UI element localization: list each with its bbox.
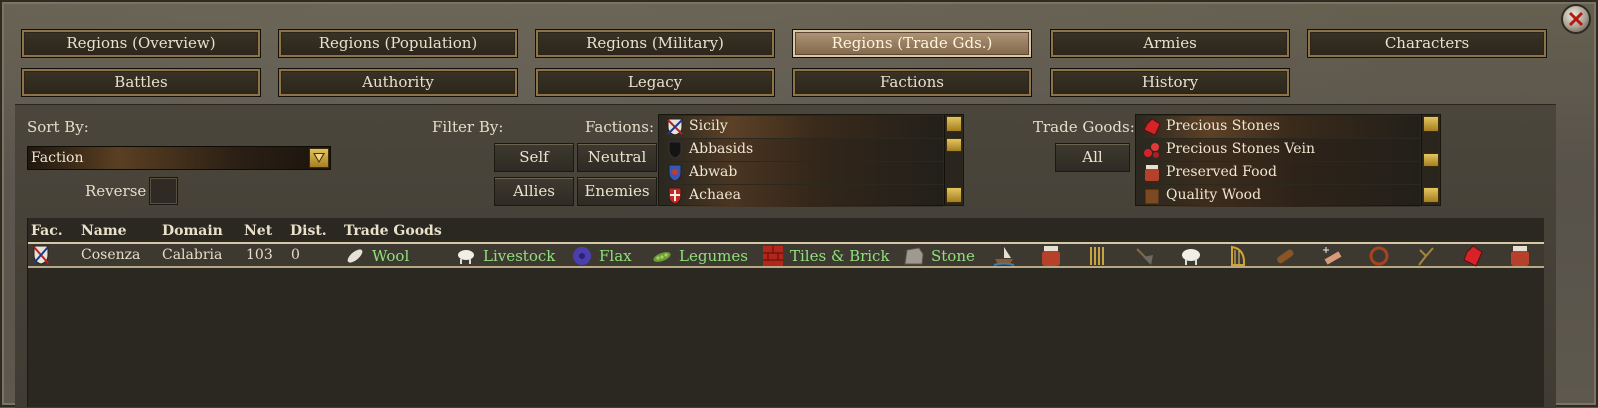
filter-neutral-button[interactable]: Neutral: [577, 143, 657, 172]
trade-goods-label: Trade Goods:: [1033, 118, 1135, 136]
sort-by-label: Sort By:: [27, 118, 89, 136]
sort-dropdown[interactable]: Faction: [27, 146, 331, 170]
tab-battles[interactable]: Battles: [21, 68, 261, 97]
col-header-name[interactable]: Name: [81, 223, 127, 239]
scroll-up-icon[interactable]: [1423, 116, 1439, 132]
ring-icon: [1369, 246, 1389, 266]
scroll-thumb[interactable]: [1423, 153, 1439, 167]
list-item[interactable]: Achaea: [661, 185, 943, 207]
factions-label: Factions:: [585, 118, 655, 136]
tab-regions-trade-goods[interactable]: Regions (Trade Gds.): [792, 29, 1032, 58]
pickaxe-icon: [1136, 248, 1153, 265]
list-item[interactable]: Sicily: [661, 116, 943, 138]
gem-icon: [1143, 118, 1161, 136]
filter-allies-button[interactable]: Allies: [494, 177, 574, 206]
scroll-up-icon[interactable]: [946, 116, 962, 132]
tab-factions[interactable]: Factions: [792, 68, 1032, 97]
list-item[interactable]: Preserved Food: [1138, 162, 1420, 184]
jar-icon: [1145, 165, 1159, 181]
trade-goods-scrollbar[interactable]: [1421, 115, 1439, 205]
scroll-down-icon[interactable]: [946, 187, 962, 203]
col-header-trade-goods[interactable]: Trade Goods: [344, 223, 442, 239]
log-icon: [1277, 249, 1294, 264]
list-item[interactable]: Precious Stones Vein: [1138, 139, 1420, 161]
sicily-shield-icon: [33, 245, 49, 265]
tab-authority[interactable]: Authority: [278, 68, 518, 97]
tab-legacy[interactable]: Legacy: [535, 68, 775, 97]
achaea-shield-icon: [668, 187, 682, 205]
list-item[interactable]: Abbasids: [661, 139, 943, 161]
reverse-label: Reverse: [85, 182, 147, 200]
tab-regions-overview[interactable]: Regions (Overview): [21, 29, 261, 58]
jar-icon: [1511, 246, 1529, 266]
col-header-domain[interactable]: Domain: [162, 223, 223, 239]
jar-icon: [1042, 246, 1060, 266]
list-item[interactable]: Abwab: [661, 162, 943, 184]
filter-enemies-button[interactable]: Enemies: [577, 177, 657, 206]
chevron-down-icon[interactable]: [309, 148, 329, 168]
stone-icon: [904, 247, 924, 265]
tab-regions-military[interactable]: Regions (Military): [535, 29, 775, 58]
tab-characters[interactable]: Characters: [1307, 29, 1547, 58]
factions-scrollbar[interactable]: [944, 115, 962, 205]
col-header-fac[interactable]: Fac.: [31, 223, 63, 239]
sheep-icon: [458, 250, 474, 264]
table-row[interactable]: Cosenza Calabria 103 0 Wool Livestock Fl…: [28, 242, 1544, 268]
sort-value: Faction: [31, 150, 84, 166]
tab-regions-population[interactable]: Regions (Population): [278, 29, 518, 58]
scroll-down-icon[interactable]: [1423, 187, 1439, 203]
wood-icon: [1144, 188, 1160, 205]
tab-armies[interactable]: Armies: [1050, 29, 1290, 58]
col-header-net[interactable]: Net: [244, 223, 272, 239]
trade-goods-list[interactable]: Precious Stones Precious Stones Vein Pre…: [1135, 114, 1441, 207]
abwab-shield-icon: [668, 164, 682, 182]
region-name: Cosenza: [81, 247, 141, 263]
harp-icon: [1231, 245, 1246, 266]
close-button[interactable]: [1561, 4, 1591, 34]
wool-icon: [347, 249, 363, 263]
abbasids-shield-icon: [668, 141, 682, 159]
gem-vein-icon: [1144, 143, 1159, 158]
ship-icon: [993, 247, 1015, 266]
trade-goods-all-button[interactable]: All: [1055, 143, 1130, 172]
brick-icon: [763, 246, 783, 266]
pea-pod-icon: [653, 252, 671, 262]
close-icon: [1568, 11, 1584, 27]
region-domain: Calabria: [162, 247, 223, 263]
reverse-checkbox[interactable]: [149, 177, 178, 205]
wheat-icon: [1090, 247, 1104, 265]
region-dist: 0: [291, 247, 300, 263]
filter-by-label: Filter By:: [432, 118, 504, 136]
scroll-thumb[interactable]: [946, 138, 962, 152]
filter-self-button[interactable]: Self: [494, 143, 574, 172]
gem-icon: [1463, 245, 1483, 267]
slingshot-icon: [1418, 247, 1434, 266]
tool-icon: [1323, 247, 1342, 265]
list-item[interactable]: Precious Stones: [1138, 116, 1420, 138]
col-header-dist[interactable]: Dist.: [290, 223, 327, 239]
list-item[interactable]: Quality Wood: [1138, 185, 1420, 207]
flax-flower-icon: [573, 247, 591, 265]
region-net: 103: [246, 247, 273, 263]
factions-list[interactable]: Sicily Abbasids Abwab Achaea: [658, 114, 964, 207]
tab-history[interactable]: History: [1050, 68, 1290, 97]
regions-table: Fac. Name Domain Net Dist. Trade Goods C…: [27, 218, 1544, 407]
sheep-icon: [1182, 249, 1200, 265]
sicily-shield-icon: [667, 118, 683, 136]
